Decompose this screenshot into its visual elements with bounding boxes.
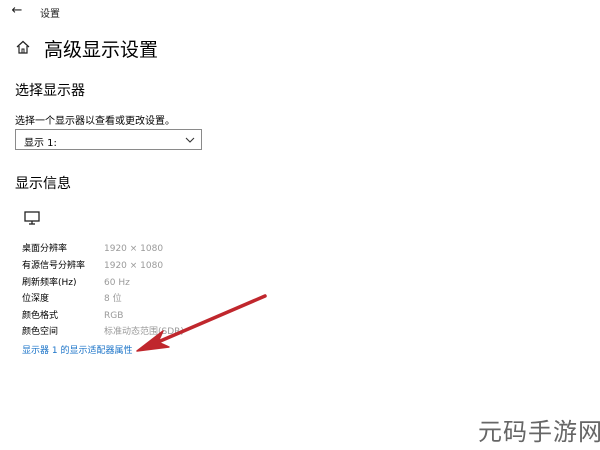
- back-button[interactable]: ←: [8, 3, 26, 19]
- display-adapter-properties-link[interactable]: 显示器 1 的显示适配器属性: [22, 344, 132, 358]
- back-arrow-icon: ←: [11, 3, 23, 18]
- info-label: 颜色格式: [22, 311, 59, 321]
- info-label: 刷新频率(Hz): [22, 278, 77, 288]
- info-label: 桌面分辨率: [22, 244, 68, 254]
- info-label: 位深度: [22, 294, 50, 304]
- info-value: 1920 × 1080: [104, 244, 164, 254]
- info-label: 颜色空间: [22, 327, 59, 337]
- info-value: 60 Hz: [104, 278, 130, 288]
- title-bar: ← 设置: [0, 0, 600, 24]
- watermark-logo: 元码手游网: [478, 418, 600, 446]
- info-value: 8 位: [104, 294, 122, 304]
- info-label: 有源信号分辨率: [22, 261, 86, 271]
- chevron-down-icon: [185, 137, 195, 143]
- app-title: 设置: [40, 9, 60, 20]
- select-display-heading: 选择显示器: [15, 83, 85, 99]
- monitor-icon: [24, 211, 40, 225]
- page-title: 高级显示设置: [44, 39, 159, 61]
- display-info-heading: 显示信息: [15, 176, 71, 192]
- display-dropdown[interactable]: 显示 1:: [15, 129, 202, 150]
- info-value: RGB: [104, 311, 124, 321]
- select-display-helper: 选择一个显示器以查看或更改设置。: [15, 116, 175, 127]
- annotation-arrow: [136, 294, 267, 352]
- info-value: 标准动态范围(SDR): [104, 327, 184, 337]
- home-icon[interactable]: [15, 39, 31, 55]
- info-value: 1920 × 1080: [104, 261, 164, 271]
- display-dropdown-value: 显示 1:: [24, 138, 57, 149]
